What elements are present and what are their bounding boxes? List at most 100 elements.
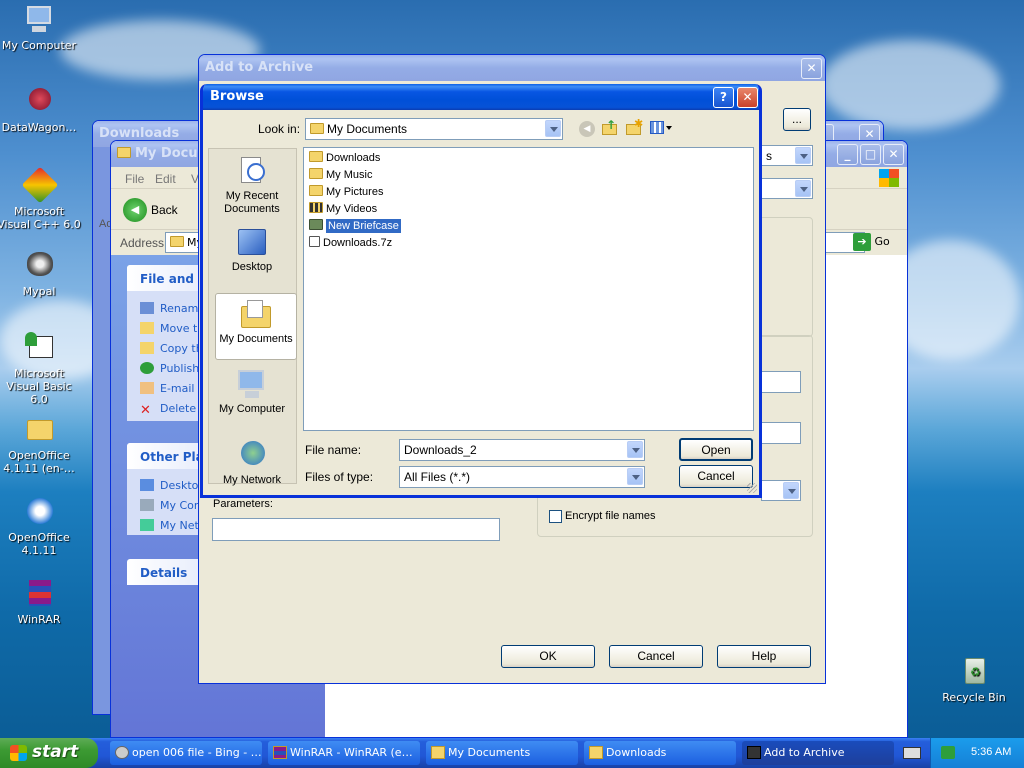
back-button[interactable]: ◀ Back: [123, 198, 193, 222]
file-type-combo[interactable]: All Files (*.*): [399, 466, 645, 488]
cancel-button[interactable]: Cancel: [679, 465, 753, 488]
file-item[interactable]: My Music: [307, 167, 753, 184]
archive-combo-3[interactable]: [761, 480, 801, 501]
go-label: Go: [874, 235, 890, 248]
place-my-documents[interactable]: My Documents: [215, 293, 297, 360]
parameters-input[interactable]: [212, 518, 500, 541]
file-name-value: Downloads_2: [404, 443, 477, 457]
network-tray-icon[interactable]: [941, 746, 955, 759]
folder-icon: [117, 147, 131, 158]
desktop-icon-winrar[interactable]: WinRAR: [0, 578, 82, 626]
up-folder-icon[interactable]: ↑: [602, 118, 618, 136]
archive-name-combo[interactable]: s: [761, 145, 813, 166]
maximize-button[interactable]: □: [860, 144, 881, 165]
back-arrow-icon[interactable]: ◀: [579, 121, 595, 137]
go-button[interactable]: ➔ Go: [853, 233, 903, 253]
winrar-icon: [273, 746, 287, 759]
desktop-icon-visual-basic[interactable]: Microsoft Visual Basic 6.0: [0, 332, 82, 406]
place-my-network[interactable]: My Network: [211, 439, 293, 487]
task-delete[interactable]: ✕ Delete: [140, 402, 196, 417]
look-in-label: Look in:: [258, 122, 301, 136]
taskbar-item-my-documents[interactable]: My Documents: [426, 741, 578, 765]
task-copy[interactable]: Copy th: [140, 342, 203, 355]
close-button[interactable]: ✕: [883, 144, 904, 165]
file-item-selected[interactable]: New Briefcase: [307, 218, 753, 235]
desktop-icon-label: Recycle Bin: [942, 691, 1006, 704]
menu-edit[interactable]: Edit: [155, 172, 176, 186]
file-list[interactable]: Downloads My Music My Pictures My Videos…: [303, 147, 754, 431]
menu-file[interactable]: File: [125, 172, 144, 186]
desktop-icon-openoffice-installer[interactable]: OpenOffice 4.1.11 (en-…: [0, 414, 82, 475]
file-item[interactable]: My Videos: [307, 201, 753, 218]
place-my-network[interactable]: My Net: [140, 519, 199, 532]
ok-button[interactable]: OK: [501, 645, 595, 668]
raccoon-icon: [115, 746, 129, 759]
windows-logo-icon: [10, 745, 27, 761]
place-desktop[interactable]: Desktop: [211, 226, 293, 274]
combo-text: s: [766, 149, 772, 163]
archive-icon: [747, 746, 761, 759]
back-arrow-icon: ◀: [123, 198, 147, 222]
minimize-button[interactable]: _: [837, 144, 858, 165]
archive-field-1[interactable]: [761, 371, 801, 393]
close-button[interactable]: ✕: [801, 58, 822, 79]
archive-format-combo[interactable]: [761, 178, 813, 199]
place-my-computer[interactable]: My Con: [140, 499, 201, 512]
windows-logo-icon: [879, 169, 899, 187]
archive-titlebar[interactable]: Add to Archive ✕: [199, 55, 825, 81]
desktop-icon-datawagon[interactable]: DataWagon…: [0, 86, 82, 134]
archive-file-icon: [309, 236, 320, 247]
desktop-icon-my-computer[interactable]: My Computer: [0, 4, 82, 52]
archive-browse-button[interactable]: ...: [783, 108, 811, 131]
desktop-icon: [235, 226, 269, 258]
file-type-value: All Files (*.*): [404, 470, 471, 484]
new-folder-icon[interactable]: ✱: [626, 117, 643, 136]
archive-field-2[interactable]: [761, 422, 801, 444]
taskbar-item-winrar[interactable]: WinRAR - WinRAR (e…: [268, 741, 420, 765]
chevron-down-icon: [545, 120, 561, 137]
place-my-computer[interactable]: My Computer: [211, 368, 293, 416]
browse-titlebar[interactable]: Browse ? ✕: [203, 84, 759, 110]
system-tray: 5:36 AM: [930, 738, 1024, 768]
close-button[interactable]: ✕: [737, 87, 758, 108]
keyboard-icon[interactable]: [903, 747, 921, 759]
my-documents-icon: [239, 298, 273, 330]
briefcase-icon: [309, 219, 323, 230]
task-email[interactable]: E-mail t: [140, 382, 202, 395]
desktop-icon-recycle-bin[interactable]: ♻ Recycle Bin: [931, 656, 1017, 704]
desktop-icon-openoffice[interactable]: OpenOffice 4.1.11: [0, 496, 82, 557]
desktop-icon-visual-cpp[interactable]: Microsoft Visual C++ 6.0: [0, 166, 82, 231]
desktop-icon-label: OpenOffice 4.1.11: [8, 531, 70, 557]
taskbar-item-downloads[interactable]: Downloads: [584, 741, 736, 765]
browse-dialog[interactable]: Browse ? ✕ Look in: My Documents ◀ ↑ ✱ M…: [200, 84, 762, 498]
file-item[interactable]: Downloads: [307, 150, 753, 167]
email-icon: [140, 382, 154, 394]
network-icon: [235, 439, 269, 471]
computer-icon: [23, 4, 55, 36]
winrar-icon: [23, 578, 55, 610]
file-item[interactable]: My Pictures: [307, 184, 753, 201]
place-desktop[interactable]: Deskto: [140, 479, 198, 492]
file-name-combo[interactable]: Downloads_2: [399, 439, 645, 461]
details-header[interactable]: Details: [140, 566, 187, 580]
taskbar-item-add-to-archive[interactable]: Add to Archive: [742, 741, 894, 765]
help-button[interactable]: ?: [713, 87, 734, 108]
file-item[interactable]: Downloads.7z: [307, 235, 753, 252]
taskbar-item-bing[interactable]: open 006 file - Bing - …: [110, 741, 262, 765]
place-label: My Network: [222, 474, 282, 486]
look-in-combo[interactable]: My Documents: [305, 118, 563, 140]
desktop-icon-mypal[interactable]: Mypal: [0, 250, 82, 298]
view-menu-icon[interactable]: [650, 121, 672, 136]
clock: 5:36 AM: [971, 746, 1012, 758]
task-move[interactable]: Move th: [140, 322, 204, 335]
start-button[interactable]: start: [0, 738, 98, 768]
encrypt-file-names-checkbox[interactable]: [549, 510, 562, 523]
task-publish[interactable]: Publish: [140, 362, 199, 375]
cancel-button[interactable]: Cancel: [609, 645, 703, 668]
resize-grip-icon[interactable]: [747, 483, 757, 493]
help-button[interactable]: Help: [717, 645, 811, 668]
open-button[interactable]: Open: [679, 438, 753, 461]
address-label: Address: [120, 236, 165, 250]
task-rename[interactable]: Renam: [140, 302, 198, 315]
place-recent-documents[interactable]: My Recent Documents: [211, 155, 293, 216]
